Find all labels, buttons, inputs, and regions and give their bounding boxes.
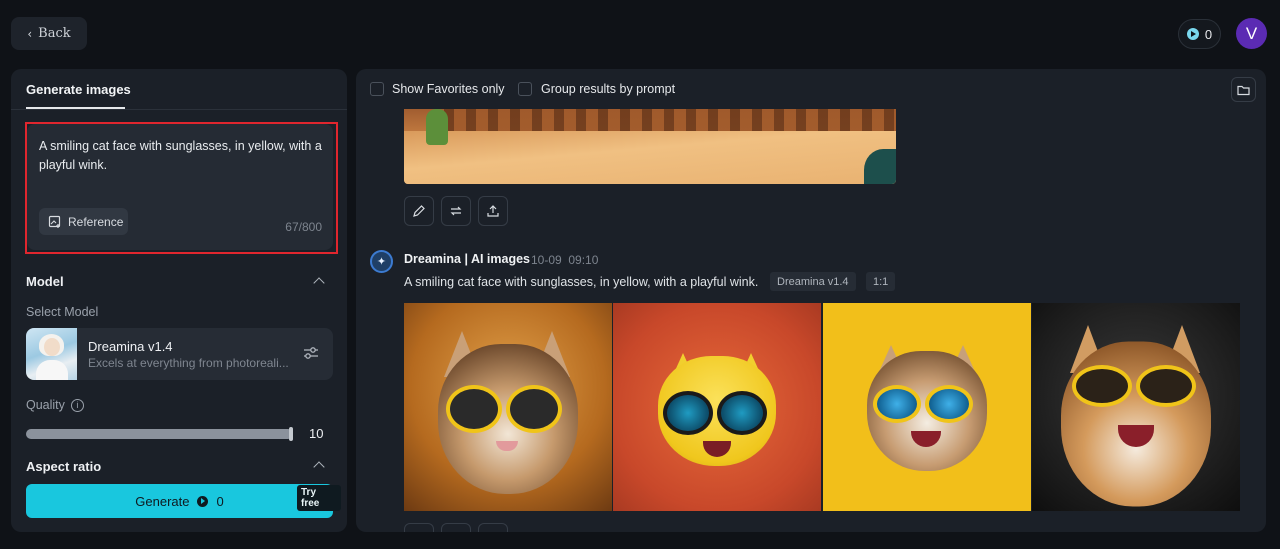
group-label[interactable]: Group results by prompt	[541, 82, 675, 96]
tab-active-indicator	[26, 107, 125, 109]
results-panel: Show Favorites only Group results by pro…	[356, 69, 1266, 532]
try-free-badge: Try free	[297, 485, 341, 511]
generate-panel: Generate images A smiling cat face with …	[11, 69, 347, 532]
timestamp: 10-09 09:10	[531, 253, 598, 267]
aspect-ratio-title: Aspect ratio	[26, 459, 102, 474]
back-button[interactable]: ‹ Back	[11, 17, 87, 50]
chevron-up-icon[interactable]	[313, 277, 325, 289]
quality-slider-handle[interactable]	[289, 427, 293, 441]
dreamina-logo-icon: ✦	[370, 250, 393, 273]
generate-label: Generate	[135, 493, 190, 509]
edit-button[interactable]	[404, 196, 434, 226]
ratio-tag: 1:1	[866, 272, 896, 291]
upload-icon	[487, 205, 499, 217]
credit-icon	[1186, 28, 1199, 40]
regenerate-button[interactable]	[441, 196, 471, 226]
date: 10-09	[531, 253, 562, 267]
folder-icon	[1237, 85, 1250, 95]
result-image-1[interactable]	[404, 303, 612, 511]
credit-icon	[197, 495, 209, 507]
char-count: 67/800	[285, 220, 322, 234]
upload-button[interactable]	[478, 523, 508, 532]
edit-button[interactable]	[404, 523, 434, 532]
reference-label: Reference	[68, 214, 124, 229]
previous-result-image[interactable]	[404, 109, 896, 184]
panel-tabs: Generate images	[11, 69, 347, 110]
favorites-label[interactable]: Show Favorites only	[392, 82, 505, 96]
reference-icon	[48, 215, 61, 228]
avatar-initial: V	[1245, 23, 1258, 43]
group-checkbox[interactable]	[518, 82, 532, 96]
settings-sliders-icon[interactable]	[303, 346, 319, 360]
info-icon[interactable]: i	[70, 398, 84, 412]
prompt-input[interactable]: A smiling cat face with sunglasses, in y…	[27, 124, 333, 250]
model-selector[interactable]: Dreamina v1.4 Excels at everything from …	[26, 328, 333, 380]
quality-value: 10	[309, 426, 324, 441]
avatar[interactable]: V	[1236, 18, 1267, 49]
select-model-label: Select Model	[26, 305, 99, 319]
quality-row: Quality i	[26, 398, 84, 412]
tab-generate-images[interactable]: Generate images	[26, 82, 131, 97]
regenerate-icon	[450, 206, 462, 216]
time: 09:10	[568, 253, 599, 267]
generate-button[interactable]: Generate 0	[26, 484, 333, 518]
back-label: Back	[38, 26, 71, 41]
quality-slider[interactable]	[26, 427, 293, 441]
favorites-checkbox[interactable]	[370, 82, 384, 96]
chevron-left-icon: ‹	[27, 26, 33, 41]
edit-icon	[413, 205, 425, 217]
quality-slider-fill	[26, 429, 293, 439]
model-name: Dreamina v1.4	[88, 339, 173, 354]
upload-button[interactable]	[478, 196, 508, 226]
generate-credits: 0	[216, 493, 224, 509]
credits-badge[interactable]: 0	[1178, 19, 1221, 49]
result-image-3[interactable]	[823, 303, 1031, 511]
model-tag: Dreamina v1.4	[770, 272, 856, 291]
model-section-title: Model	[26, 274, 64, 289]
quality-label: Quality	[26, 398, 65, 412]
author-name: Dreamina | AI images	[404, 252, 531, 266]
chevron-up-icon[interactable]	[313, 461, 325, 473]
try-free-badge-wrap: Try free	[297, 484, 343, 511]
result-image-4[interactable]	[1032, 303, 1240, 511]
credits-count: 0	[1204, 26, 1213, 42]
model-thumbnail	[26, 328, 77, 380]
folder-button[interactable]	[1231, 77, 1256, 102]
reference-button[interactable]: Reference	[39, 208, 128, 235]
regenerate-button[interactable]	[441, 523, 471, 532]
prompt-text[interactable]: A smiling cat face with sunglasses, in y…	[39, 137, 324, 175]
result-image-2[interactable]	[613, 303, 821, 511]
model-description: Excels at everything from photoreali...	[88, 356, 289, 370]
generation-prompt: A smiling cat face with sunglasses, in y…	[404, 275, 759, 289]
